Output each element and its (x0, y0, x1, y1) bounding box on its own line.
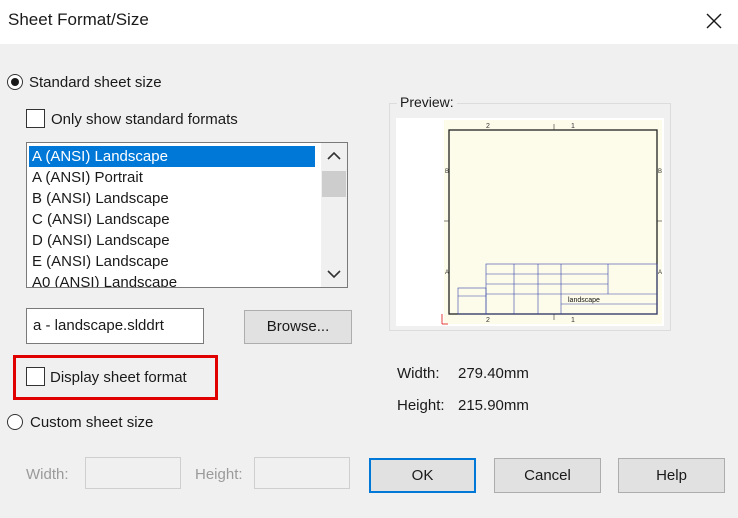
zone-label-left: B (445, 169, 449, 175)
custom-width-input[interactable] (85, 457, 181, 489)
sheet-format-list[interactable]: A (ANSI) Landscape A (ANSI) Portrait B (… (26, 142, 348, 288)
dialog-title: Sheet Format/Size (8, 10, 149, 29)
close-icon (706, 13, 722, 29)
display-sheet-format-checkbox[interactable] (26, 367, 45, 386)
preview-height-label: Height: (397, 397, 445, 414)
zone-label-right: B (658, 169, 662, 175)
browse-button[interactable]: Browse... (244, 310, 352, 344)
list-item[interactable]: A (ANSI) Landscape (29, 146, 315, 167)
list-item[interactable]: A (ANSI) Portrait (29, 167, 143, 188)
zone-label-right: A (658, 270, 662, 276)
list-item[interactable]: E (ANSI) Landscape (29, 251, 169, 272)
chevron-up-icon[interactable] (326, 150, 342, 162)
standard-size-label: Standard sheet size (29, 74, 162, 91)
list-item[interactable]: C (ANSI) Landscape (29, 209, 170, 230)
preview-width-value: 279.40mm (458, 365, 529, 382)
sheet-format-file-field[interactable]: a - landscape.slddrt (26, 308, 204, 344)
list-item[interactable]: A0 (ANSI) Landscape (29, 272, 177, 287)
preview-height-value: 215.90mm (458, 397, 529, 414)
list-item[interactable]: B (ANSI) Landscape (29, 188, 169, 209)
scrollbar-thumb[interactable] (322, 171, 346, 197)
custom-height-input[interactable] (254, 457, 350, 489)
zone-label-bottom: 2 (486, 317, 490, 324)
radio-selected-dot (11, 78, 19, 86)
close-button[interactable] (700, 6, 728, 36)
list-item[interactable]: D (ANSI) Landscape (29, 230, 170, 251)
ok-button[interactable]: OK (369, 458, 476, 493)
preview-label: Preview: (397, 94, 457, 110)
custom-width-label: Width: (26, 466, 69, 483)
help-button[interactable]: Help (618, 458, 725, 493)
only-standard-formats-checkbox[interactable] (26, 109, 45, 128)
zone-label-top: 2 (486, 123, 490, 130)
sheet-preview: 2 1 2 1 B A B A landscape (441, 120, 662, 325)
custom-size-radio[interactable] (7, 414, 23, 430)
standard-size-radio[interactable] (7, 74, 23, 90)
chevron-down-icon[interactable] (326, 268, 342, 280)
zone-label-bottom: 1 (571, 317, 575, 324)
custom-height-label: Height: (195, 466, 243, 483)
preview-width-label: Width: (397, 365, 440, 382)
list-scrollbar[interactable] (321, 143, 347, 287)
custom-size-label: Custom sheet size (30, 414, 154, 431)
title-block-name: landscape (568, 297, 600, 304)
zone-label-top: 1 (571, 123, 575, 130)
zone-label-left: A (445, 270, 449, 276)
only-standard-formats-label: Only show standard formats (51, 111, 238, 128)
display-sheet-format-label: Display sheet format (50, 369, 187, 386)
sheet-paper (444, 120, 662, 324)
cancel-button[interactable]: Cancel (494, 458, 601, 493)
